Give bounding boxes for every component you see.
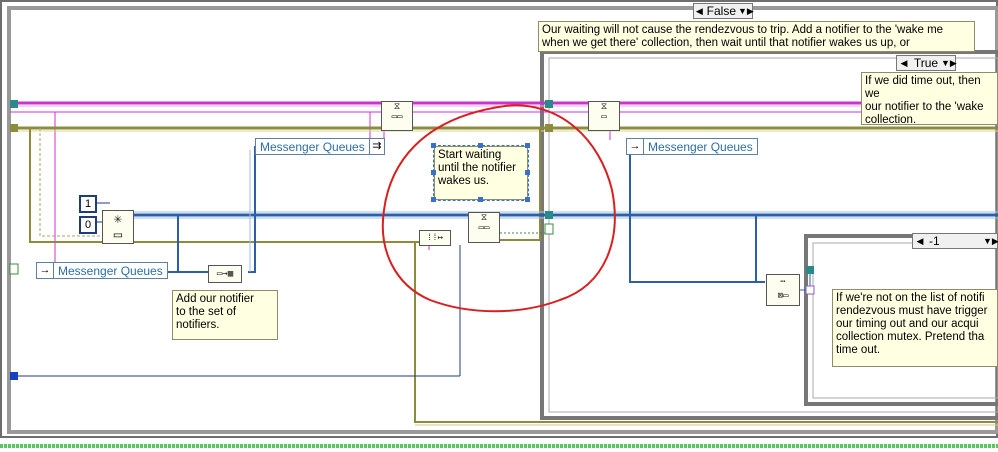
tunnel-label: Messenger Queues [58,263,163,278]
comment-timeout[interactable]: If we did time out, then we our notifier… [861,72,998,125]
selection-handle[interactable] [431,170,436,175]
messenger-queues-tunnel-right[interactable]: → Messenger Queues [626,138,758,155]
highlight-circle [381,104,616,313]
unbundle-icon: ⇉ [368,139,384,154]
selection-handle[interactable] [431,197,436,202]
selector-next-icon[interactable]: ▼▶ [738,4,754,19]
selection-handle[interactable] [525,170,530,175]
case-selector-value: -1 [929,233,940,248]
wait-on-notification-icon[interactable]: ⧖ ▭▭ [381,101,413,131]
selector-prev-icon[interactable]: ◀ [694,4,705,19]
arrow-icon: → [627,139,644,154]
case-selector-inner[interactable]: ◀ True ▼▶ [896,55,957,71]
selector-next-icon[interactable]: ▼▶ [941,56,957,71]
selection-handle[interactable] [431,143,436,148]
selector-next-icon[interactable]: ▼▶ [983,234,998,249]
build-array-icon[interactable]: ✳ ▭ [102,210,134,244]
case-selector-value: False [706,3,736,18]
search-array-icon[interactable]: ⋯ ⊠▭ [766,274,800,306]
messenger-queues-tunnel-mid[interactable]: Messenger Queues ⇉ [255,138,385,155]
selector-prev-icon[interactable]: ◀ [897,56,911,71]
selection-handle[interactable] [525,197,530,202]
wait-on-notification-icon[interactable]: ⧖ ▭▭ [468,212,500,243]
comment-start-waiting[interactable]: Start waiting until the notifier wakes u… [433,145,529,201]
tunnel [10,372,18,380]
tunnel [10,124,18,132]
comment-add-notifier[interactable]: Add our notifier to the set of notifiers… [172,290,278,340]
constant-one[interactable]: 1 [79,195,97,213]
case-selector-outer[interactable]: ◀ False ▼▶ [693,3,754,19]
tunnel-label: Messenger Queues [648,139,753,154]
arrow-icon: → [37,263,54,278]
wait-on-notification-icon[interactable]: ⧖ ▭ [588,101,620,131]
case-selector-value: True [913,55,939,70]
selector-prev-icon[interactable]: ◀ [913,234,927,249]
tunnel-label: Messenger Queues [260,139,365,154]
selection-handle[interactable] [478,197,483,202]
comment-waiting[interactable]: Our waiting will not cause the rendezvou… [538,21,975,52]
constant-zero[interactable]: 0 [79,216,97,234]
case-selector-deep[interactable]: ◀ -1 ▼▶ [912,233,998,249]
selection-handle[interactable] [525,143,530,148]
messenger-queues-tunnel-left[interactable]: → Messenger Queues [36,262,168,279]
comment-not-on-list[interactable]: If we're not on the list of notifi rende… [832,289,998,367]
unbundle-node-icon[interactable]: ⁞⁞↦ [419,230,451,246]
selection-handle[interactable] [478,143,483,148]
loop-frame [7,6,998,434]
insert-into-array-icon[interactable]: ▭→▦ [208,265,242,283]
tunnel [10,100,18,108]
